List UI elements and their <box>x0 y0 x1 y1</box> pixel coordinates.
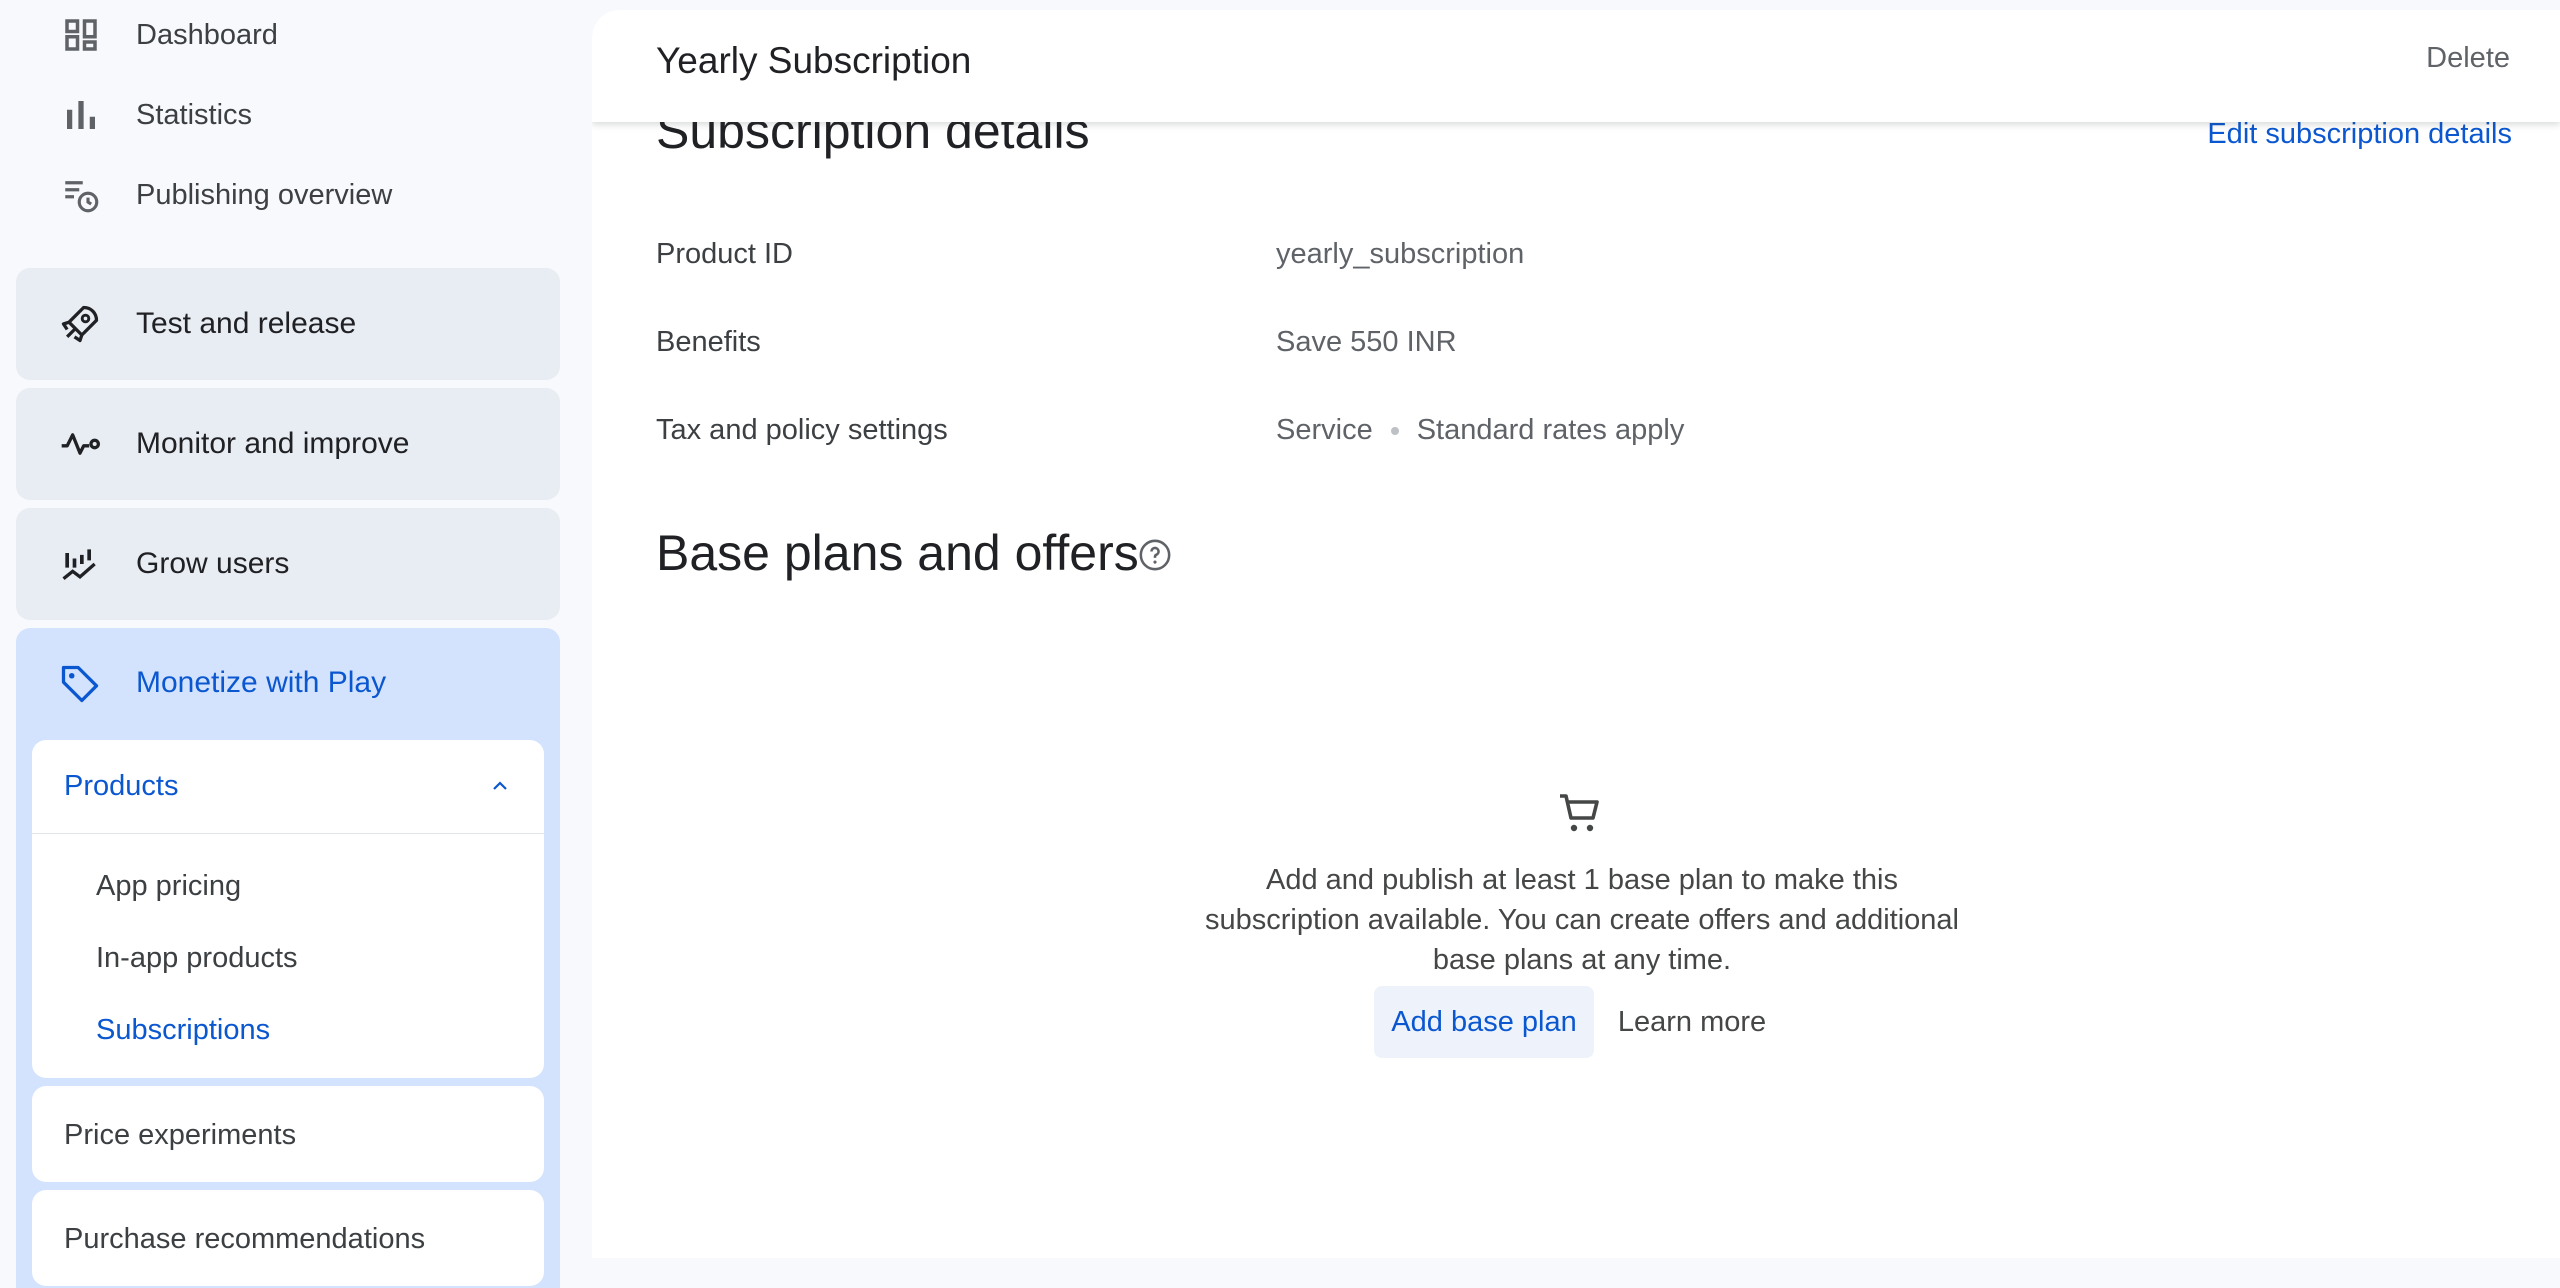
products-header[interactable]: Products <box>32 740 544 834</box>
tax-rate: Standard rates apply <box>1416 414 1685 446</box>
sidebar: Dashboard Statistics Publishing overview… <box>0 0 592 1288</box>
help-icon[interactable] <box>1138 538 1172 572</box>
tag-icon <box>61 665 99 703</box>
bar-chart-icon <box>67 101 95 129</box>
benefits-label: Benefits <box>656 326 761 358</box>
sidebar-item-label: Price experiments <box>64 1119 297 1151</box>
rocket-icon <box>61 305 99 343</box>
separator-dot <box>1390 427 1399 436</box>
product-id-label: Product ID <box>656 238 793 270</box>
edit-subscription-details-link[interactable]: Edit subscription details <box>2207 118 2512 151</box>
vitals-icon <box>61 433 100 455</box>
sidebar-item-label: Purchase recommendations <box>64 1223 426 1255</box>
chevron-up-icon[interactable] <box>488 774 512 798</box>
sidebar-item-label: Publishing overview <box>136 178 393 211</box>
sidebar-item-label: Dashboard <box>136 18 278 51</box>
grow-users-icon <box>62 549 96 580</box>
delete-button[interactable]: Delete <box>2426 42 2510 75</box>
sidebar-section-label: Monitor and improve <box>136 427 410 460</box>
products-group: Products App pricing In-app products Sub… <box>32 740 544 1078</box>
sidebar-item-in-app-products[interactable]: In-app products <box>96 942 298 975</box>
base-plans-title: Base plans and offers <box>656 525 1139 581</box>
sidebar-item-app-pricing[interactable]: App pricing <box>96 870 241 903</box>
tax-policy-value: Service Standard rates apply <box>1276 414 1684 447</box>
sidebar-section-monitor-and-improve[interactable]: Monitor and improve <box>16 388 560 500</box>
sidebar-section-grow-users[interactable]: Grow users <box>16 508 560 620</box>
sidebar-item-statistics[interactable]: Statistics <box>0 75 592 155</box>
sidebar-item-subscriptions[interactable]: Subscriptions <box>96 1014 270 1047</box>
sidebar-item-purchase-recommendations[interactable]: Purchase recommendations <box>32 1190 544 1286</box>
sidebar-item-publishing-overview[interactable]: Publishing overview <box>0 155 592 235</box>
sidebar-section-test-and-release[interactable]: Test and release <box>16 268 560 380</box>
sidebar-item-price-experiments[interactable]: Price experiments <box>32 1086 544 1182</box>
sidebar-item-dashboard[interactable]: Dashboard <box>0 0 592 75</box>
sidebar-item-label: Statistics <box>136 98 253 131</box>
publishing-overview-icon <box>65 181 99 213</box>
products-label: Products <box>64 770 179 802</box>
sidebar-section-label: Grow users <box>136 547 290 580</box>
add-base-plan-button[interactable]: Add base plan <box>1374 986 1594 1058</box>
tax-policy-label: Tax and policy settings <box>656 414 948 446</box>
product-id-value: yearly_subscription <box>1276 238 1525 270</box>
page-title: Yearly Subscription <box>656 40 972 81</box>
tax-category: Service <box>1276 414 1373 446</box>
sidebar-section-label: Monetize with Play <box>136 666 387 699</box>
learn-more-button[interactable]: Learn more <box>1612 986 1772 1058</box>
sidebar-section-label: Test and release <box>136 307 357 340</box>
benefits-value: Save 550 INR <box>1276 326 1457 358</box>
empty-state-message: Add and publish at least 1 base plan to … <box>1205 864 1959 976</box>
dashboard-icon <box>65 19 97 51</box>
shopping-cart-icon <box>1560 794 1599 832</box>
page-header: Yearly Subscription Delete <box>592 10 2560 122</box>
main-panel: Yearly Subscription Delete Subscription … <box>592 10 2560 1258</box>
